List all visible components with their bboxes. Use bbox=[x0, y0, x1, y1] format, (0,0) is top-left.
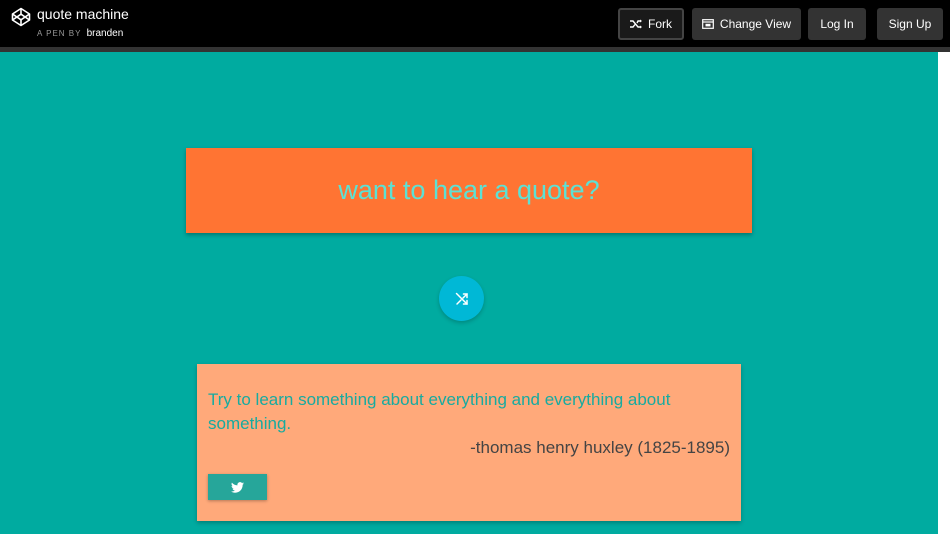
pen-title: quote machine bbox=[37, 6, 129, 22]
fork-button[interactable]: Fork bbox=[618, 8, 684, 40]
change-view-icon bbox=[702, 19, 714, 29]
quote-text: Try to learn something about everything … bbox=[208, 390, 671, 433]
codepen-topbar: quote machine A PEN BY branden Fork Chan… bbox=[0, 0, 950, 47]
pen-author-link[interactable]: branden bbox=[87, 28, 124, 39]
codepen-logo-icon[interactable] bbox=[11, 7, 31, 27]
app-title: want to hear a quote? bbox=[338, 175, 600, 205]
pen-byline: A PEN BY branden bbox=[37, 28, 123, 39]
fork-icon bbox=[630, 19, 642, 29]
scroll-gutter bbox=[938, 52, 950, 534]
tweet-button[interactable] bbox=[208, 474, 267, 500]
fork-label: Fork bbox=[648, 17, 672, 31]
byline-prefix: A PEN BY bbox=[37, 29, 82, 38]
change-view-label: Change View bbox=[719, 17, 792, 31]
twitter-icon bbox=[231, 481, 244, 493]
change-view-button[interactable]: Change View bbox=[692, 8, 801, 40]
new-quote-button[interactable] bbox=[439, 276, 484, 321]
shuffle-icon bbox=[455, 292, 468, 305]
signup-button[interactable]: Sign Up bbox=[877, 8, 943, 40]
login-button[interactable]: Log In bbox=[808, 8, 866, 40]
pen-preview: want to hear a quote? Try to learn somet… bbox=[0, 52, 938, 534]
quote-author: -thomas henry huxley (1825-1895) bbox=[470, 438, 730, 457]
quote-card: Try to learn something about everything … bbox=[197, 364, 741, 521]
quote-header-card: want to hear a quote? bbox=[186, 148, 752, 233]
